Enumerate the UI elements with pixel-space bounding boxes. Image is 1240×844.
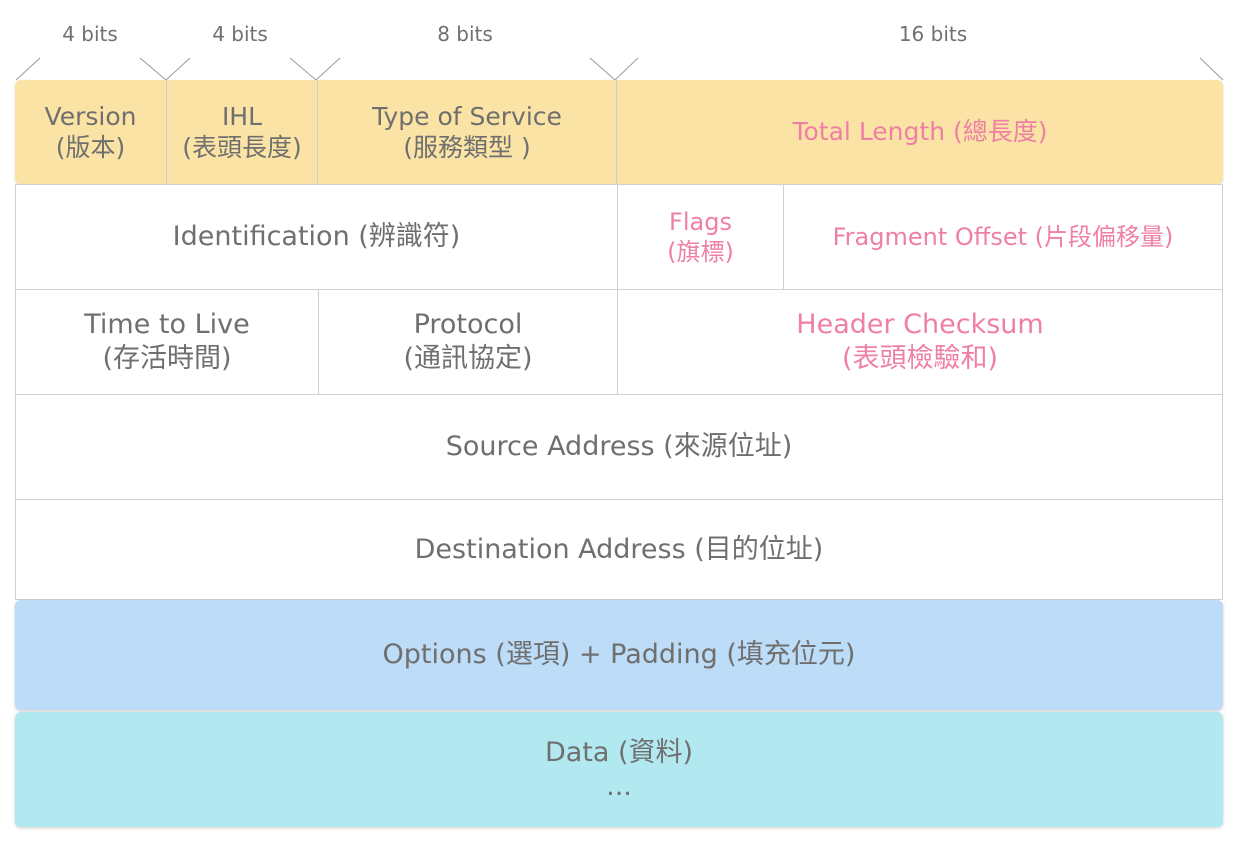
header-row-4: Source Address (來源位址)	[15, 395, 1223, 500]
field-flags: Flags (旗標)	[617, 185, 783, 289]
field-flags-en: Flags	[669, 208, 732, 236]
field-destination-address: Destination Address (目的位址)	[16, 500, 1222, 599]
bracket-tick	[15, 57, 41, 81]
field-identification: Identification (辨識符)	[16, 185, 617, 289]
field-tos-en: Type of Service	[372, 101, 562, 131]
bit-width-brackets	[15, 57, 1224, 81]
bracket-tick	[1199, 57, 1224, 81]
field-protocol-en: Protocol	[413, 309, 523, 341]
field-total-length: Total Length (總長度)	[616, 80, 1223, 184]
field-source-label: Source Address (來源位址)	[445, 431, 793, 463]
header-row-5: Destination Address (目的位址)	[15, 500, 1223, 600]
field-flags-zh: (旗標)	[667, 238, 734, 266]
field-header-checksum: Header Checksum (表頭檢驗和)	[617, 290, 1222, 394]
field-ihl: IHL (表頭長度)	[166, 80, 317, 184]
data-row: Data (資料) ...	[15, 712, 1223, 827]
field-fragment-offset-label: Fragment Offset (片段偏移量)	[832, 223, 1174, 251]
field-total-length-label: Total Length (總長度)	[792, 117, 1048, 147]
field-data-ellipsis: ...	[606, 770, 632, 802]
field-identification-label: Identification (辨識符)	[172, 221, 461, 253]
field-ttl-zh: (存活時間)	[102, 343, 232, 374]
field-checksum-en: Header Checksum	[796, 309, 1044, 341]
header-row-1: Version (版本) IHL (表頭長度) Type of Service …	[15, 80, 1223, 184]
options-row: Options (選項) + Padding (填充位元)	[15, 600, 1223, 710]
bracket-tick	[289, 57, 341, 81]
field-source-address: Source Address (來源位址)	[16, 395, 1222, 499]
field-ihl-en: IHL	[221, 101, 263, 131]
field-checksum-zh: (表頭檢驗和)	[841, 343, 999, 374]
field-fragment-offset: Fragment Offset (片段偏移量)	[783, 185, 1222, 289]
field-data: Data (資料) ...	[15, 712, 1223, 827]
field-type-of-service: Type of Service (服務類型 )	[317, 80, 616, 184]
field-protocol-zh: (通訊協定)	[403, 343, 533, 374]
header-row-3: Time to Live (存活時間) Protocol (通訊協定) Head…	[15, 290, 1223, 395]
field-data-label: Data (資料)	[544, 736, 694, 768]
bracket-tick	[589, 57, 639, 81]
field-version-zh: (版本)	[55, 133, 126, 162]
field-protocol: Protocol (通訊協定)	[318, 290, 617, 394]
field-options-label: Options (選項) + Padding (填充位元)	[382, 639, 856, 671]
field-time-to-live: Time to Live (存活時間)	[16, 290, 318, 394]
field-tos-zh: (服務類型 )	[403, 133, 531, 162]
field-version-en: Version	[44, 101, 137, 131]
field-options-padding: Options (選項) + Padding (填充位元)	[15, 600, 1223, 710]
header-row-2: Identification (辨識符) Flags (旗標) Fragment…	[15, 184, 1223, 290]
bracket-tick	[139, 57, 191, 81]
field-destination-label: Destination Address (目的位址)	[414, 533, 824, 565]
field-ttl-en: Time to Live	[84, 309, 250, 341]
field-version: Version (版本)	[15, 80, 166, 184]
field-ihl-zh: (表頭長度)	[182, 133, 302, 162]
